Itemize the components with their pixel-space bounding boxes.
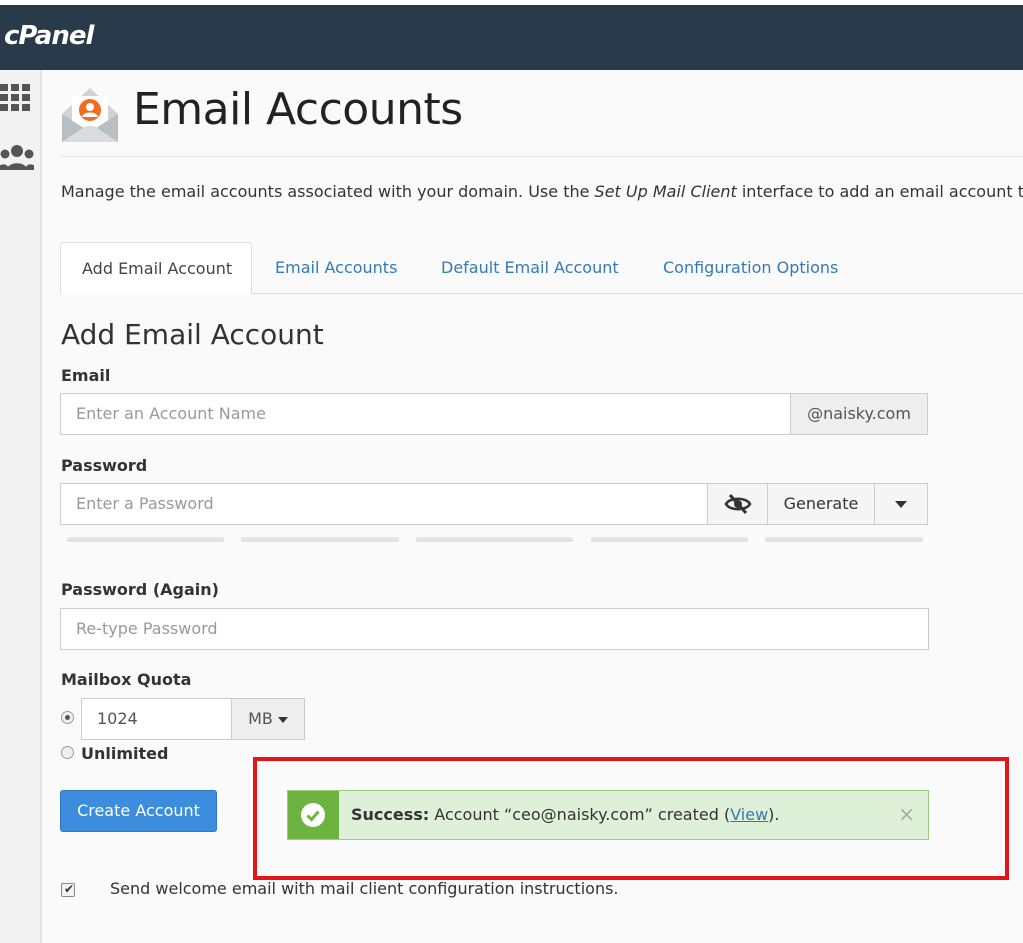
email-input[interactable]: Enter an Account Name [60, 393, 791, 435]
caret-down-icon [277, 717, 288, 723]
tab-email-accounts[interactable]: Email Accounts [254, 242, 418, 294]
top-navbar: cPanel [0, 0, 1023, 70]
quota-unlimited-radio[interactable] [61, 746, 74, 759]
quota-unit-label: MB [248, 709, 273, 728]
tab-add-email-account[interactable]: Add Email Account [60, 242, 252, 295]
welcome-email-label: Send welcome email with mail client conf… [110, 879, 619, 898]
page-description: Manage the email accounts associated wit… [61, 182, 1023, 201]
apps-grid-icon[interactable] [0, 82, 34, 114]
generate-options-dropdown[interactable] [874, 483, 928, 525]
password-strength-segment [591, 537, 748, 542]
quota-value-radio[interactable] [61, 711, 74, 724]
password-label: Password [61, 456, 148, 475]
password-strength-segment [416, 537, 573, 542]
password-input[interactable]: Enter a Password [60, 483, 708, 525]
email-domain-addon: @naisky.com [790, 393, 928, 435]
quota-input[interactable]: 1024 [81, 698, 232, 740]
eye-slash-icon [724, 494, 751, 514]
unlimited-label: Unlimited [81, 744, 169, 763]
main-content: Email Accounts Manage the email accounts… [42, 70, 1023, 943]
cpanel-logo[interactable]: cPanel [4, 21, 94, 51]
create-account-button[interactable]: Create Account [60, 790, 217, 832]
password-strength-segment [67, 537, 224, 542]
users-icon[interactable] [0, 142, 34, 174]
caret-down-icon [895, 501, 907, 508]
checkmark-icon: ✔ [64, 882, 75, 896]
title-divider [60, 156, 1023, 157]
tab-default-email-account[interactable]: Default Email Account [420, 242, 640, 294]
page-title: Email Accounts [133, 84, 463, 135]
section-title: Add Email Account [61, 318, 324, 351]
tab-bar: Add Email Account Email Accounts Default… [60, 242, 1023, 295]
password-again-input[interactable]: Re-type Password [60, 608, 929, 650]
password-strength-segment [241, 537, 399, 542]
welcome-email-checkbox[interactable]: ✔ [61, 882, 75, 897]
toggle-password-visibility-button[interactable] [707, 483, 768, 525]
email-label: Email [61, 366, 111, 385]
tab-configuration-options[interactable]: Configuration Options [642, 242, 859, 294]
generate-password-button[interactable]: Generate [767, 483, 875, 525]
password-again-label: Password (Again) [61, 580, 219, 599]
email-accounts-icon [62, 88, 118, 142]
mailbox-quota-label: Mailbox Quota [61, 670, 192, 689]
quota-unit-dropdown[interactable]: MB [231, 698, 305, 740]
password-strength-segment [765, 537, 923, 542]
annotation-highlight-box [253, 757, 1009, 880]
set-up-mail-client-text: Set Up Mail Client [594, 182, 737, 201]
sidebar [0, 70, 42, 943]
